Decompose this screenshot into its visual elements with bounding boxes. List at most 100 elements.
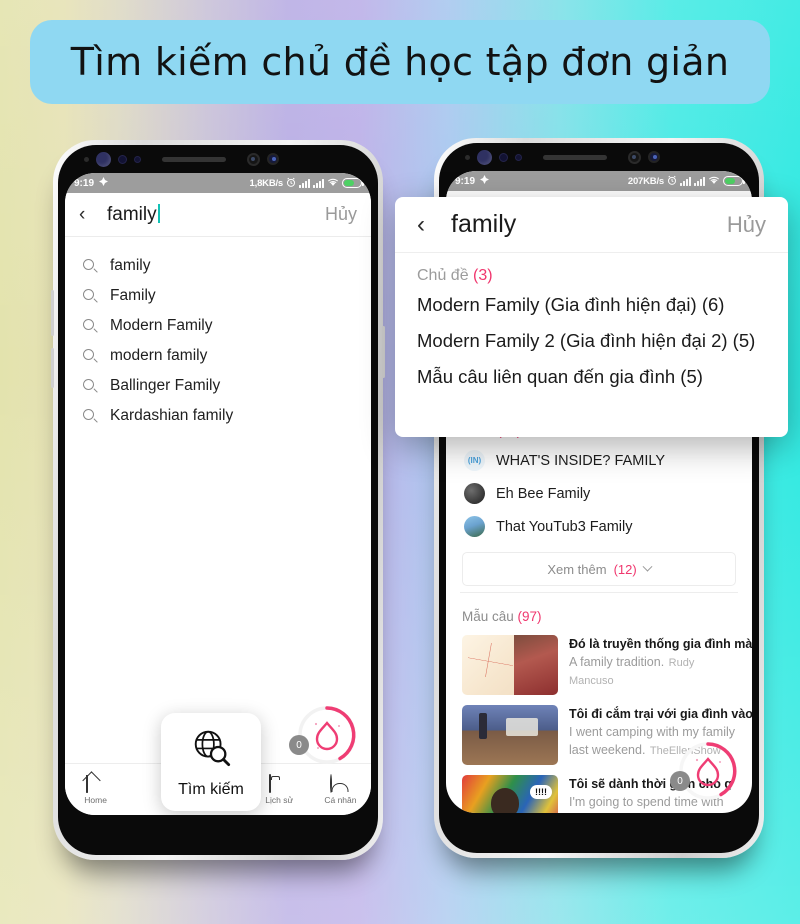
light-sensor-icon: [515, 153, 522, 161]
proximity-sensor-icon: [499, 152, 508, 162]
search-icon: [83, 319, 97, 333]
home-icon: [85, 774, 106, 793]
left-phone-body: 9:19 1,8KB/s ‹ family Hủy family Family …: [58, 145, 378, 855]
wifi-icon: [327, 177, 339, 190]
status-time: 9:19: [74, 177, 95, 189]
tooltip-label: Tìm kiếm: [178, 780, 244, 798]
status-time: 9:19: [455, 175, 476, 187]
topic-item[interactable]: Modern Family 2 (Gia đình hiện đại 2) (5…: [395, 323, 788, 359]
status-net-speed: 1,8KB/s: [249, 177, 284, 189]
iris-scanner-icon: [628, 150, 641, 164]
signal-bars-icon: [680, 176, 691, 186]
power-button[interactable]: [382, 326, 385, 378]
topics-section-header: Chủ đề (3): [417, 267, 493, 284]
front-camera-icon: [96, 151, 111, 167]
show-more-button[interactable]: Xem thêm (12): [462, 552, 736, 586]
battery-charging-icon: [342, 178, 364, 188]
folder-icon: [269, 773, 289, 793]
right-phone-notch: [439, 143, 759, 171]
suggestion-item[interactable]: modern family: [65, 341, 371, 371]
sensor-dot-icon: [465, 154, 470, 160]
sentence-row[interactable]: Đó là truyền thống gia đình mà. A family…: [446, 630, 752, 700]
suggestion-label: modern family: [110, 347, 208, 364]
suggestion-label: Modern Family: [110, 317, 213, 334]
light-sensor-icon: [134, 155, 141, 163]
person-icon: [330, 773, 350, 793]
keys-of-christmas-thumbnail: [462, 635, 558, 695]
streak-widget[interactable]: 0: [670, 735, 744, 807]
sentences-section-header: Mẫu câu (97): [462, 609, 542, 624]
sync-icon: [480, 175, 490, 187]
search-input[interactable]: family: [101, 203, 325, 226]
flags-thumbnail: [462, 775, 558, 813]
channel-row[interactable]: That YouTub3 Family: [446, 510, 752, 543]
left-search-bar[interactable]: ‹ family Hủy: [65, 193, 371, 237]
channel-row[interactable]: Eh Bee Family: [446, 477, 752, 510]
sync-icon: [99, 177, 109, 189]
suggestion-item[interactable]: Family: [65, 281, 371, 311]
topic-results-overlay: ‹ family Hủy Chủ đề (3) Modern Family (G…: [395, 197, 788, 437]
volume-button[interactable]: [51, 290, 54, 336]
left-phone-notch: [58, 145, 378, 173]
nav-label: Lịch sử: [265, 794, 294, 805]
nav-label: Home: [84, 794, 107, 805]
globe-search-icon: [190, 726, 232, 773]
chevron-down-icon: [642, 561, 653, 572]
section-divider: [460, 592, 738, 593]
front-camera-icon: [477, 149, 492, 165]
topic-item[interactable]: Modern Family (Gia đình hiện đại) (6): [395, 287, 788, 323]
channel-name: Eh Bee Family: [496, 485, 591, 502]
ellen-show-thumbnail: [462, 705, 558, 765]
signal-4g-icon: [313, 178, 324, 188]
text-caret: [157, 203, 160, 223]
secondary-camera-icon: [267, 153, 279, 165]
sentence-en: A family tradition.: [569, 655, 665, 669]
earpiece-speaker: [543, 154, 607, 160]
search-icon: [83, 259, 97, 273]
cancel-button[interactable]: Hủy: [727, 212, 766, 238]
search-icon: [83, 289, 97, 303]
alarm-icon: [286, 177, 296, 190]
earpiece-speaker: [162, 156, 226, 162]
banner: Tìm kiếm chủ đề học tập đơn giản: [30, 20, 770, 104]
sentences-count: (97): [517, 609, 542, 624]
back-chevron-icon[interactable]: ‹: [79, 205, 101, 224]
suggestion-label: Kardashian family: [110, 407, 234, 424]
signal-bars-icon: [299, 178, 310, 188]
search-icon: [83, 409, 97, 423]
sensor-dot-icon: [84, 156, 89, 162]
suggestion-list: family Family Modern Family modern famil…: [65, 237, 371, 431]
show-more-label: Xem thêm: [547, 561, 607, 577]
channel-name: WHAT'S INSIDE? FAMILY: [496, 452, 666, 469]
suggestion-item[interactable]: Ballinger Family: [65, 371, 371, 401]
channel-name: That YouTub3 Family: [496, 518, 633, 535]
nav-label: Cá nhân: [324, 794, 357, 805]
proximity-sensor-icon: [118, 154, 127, 164]
nav-item-profile[interactable]: Cá nhân: [310, 773, 371, 805]
secondary-camera-icon: [648, 151, 660, 163]
status-net-speed: 207KB/s: [627, 175, 664, 187]
assistant-button[interactable]: [51, 348, 54, 388]
sentence-vi: Đó là truyền thống gia đình mà.: [569, 637, 752, 651]
right-status-bar: 9:19 207KB/s: [446, 171, 752, 191]
search-input[interactable]: family: [445, 210, 727, 239]
streak-count-badge: 0: [289, 735, 309, 755]
topics-count: (3): [473, 267, 493, 284]
nav-item-home[interactable]: Home: [65, 774, 126, 805]
suggestion-item[interactable]: Kardashian family: [65, 401, 371, 431]
signal-4g-icon: [694, 176, 705, 186]
cancel-button[interactable]: Hủy: [325, 204, 357, 225]
topic-item[interactable]: Mẫu câu liên quan đến gia đình (5): [395, 359, 788, 395]
overlay-search-bar[interactable]: ‹ family Hủy: [395, 197, 788, 253]
suggestion-label: Ballinger Family: [110, 377, 221, 394]
search-tooltip-card[interactable]: Tìm kiếm: [161, 713, 261, 811]
streak-widget[interactable]: 0: [289, 699, 363, 771]
alarm-icon: [667, 175, 677, 188]
back-chevron-icon[interactable]: ‹: [417, 212, 445, 237]
suggestion-label: family: [110, 257, 151, 274]
suggestion-item[interactable]: family: [65, 251, 371, 281]
suggestion-label: Family: [110, 287, 156, 304]
channel-row[interactable]: (IN) WHAT'S INSIDE? FAMILY: [446, 444, 752, 477]
streak-count-badge: 0: [670, 771, 690, 791]
suggestion-item[interactable]: Modern Family: [65, 311, 371, 341]
